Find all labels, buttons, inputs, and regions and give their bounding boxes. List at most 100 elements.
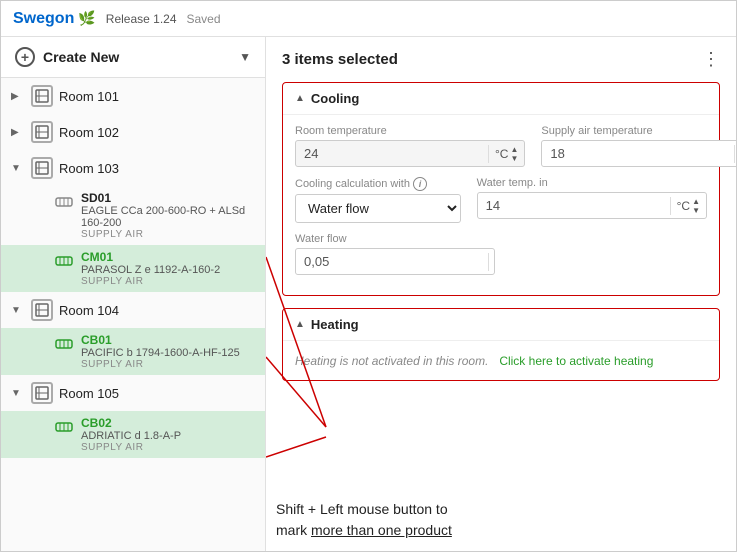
header: Swegon 🌿 Release 1.24 Saved bbox=[1, 1, 736, 37]
panel-menu-icon[interactable]: ⋮ bbox=[702, 49, 720, 70]
logo-text: Swegon bbox=[13, 10, 74, 28]
panel-title: 3 items selected bbox=[282, 51, 398, 68]
room105-label: Room 105 bbox=[59, 386, 119, 401]
cb01-desc: PACIFIC b 1794-1600-A-HF-125 bbox=[81, 347, 240, 359]
cb02-name: CB02 bbox=[81, 416, 181, 430]
cooling-calc-select[interactable]: Water flow bbox=[296, 195, 460, 222]
supply-air-temp-input[interactable] bbox=[542, 141, 734, 166]
room102-label: Room 102 bbox=[59, 125, 119, 140]
water-temp-unit: °C ▲▼ bbox=[670, 197, 706, 215]
annotation-line2-underline: more than one product bbox=[311, 522, 452, 538]
sidebar-item-sd01[interactable]: SD01 EAGLE CCa 200-600-RO + ALSd 160-200… bbox=[1, 186, 265, 245]
supply-air-green-icon bbox=[53, 333, 75, 355]
room-temp-unit: °C ▲▼ bbox=[488, 145, 524, 163]
water-temp-input-row: °C ▲▼ bbox=[477, 192, 707, 219]
chevron-down-icon: ▼ bbox=[11, 388, 25, 399]
water-temp-input[interactable] bbox=[478, 193, 670, 218]
cm01-desc: PARASOL Z e 1192-A-160-2 bbox=[81, 264, 220, 276]
cb01-name: CB01 bbox=[81, 333, 240, 347]
create-new-plus-icon: + bbox=[15, 47, 35, 67]
cooling-row2: Cooling calculation with i Water flow Wa… bbox=[295, 177, 707, 223]
chevron-right-icon: ▶ bbox=[11, 127, 25, 138]
water-flow-field: Water flow l/s ▲▼ bbox=[295, 233, 495, 275]
sidebar: + Create New ▼ ▶ Room 101 ▶ Room 102 bbox=[1, 37, 266, 551]
room-temp-input[interactable] bbox=[296, 141, 488, 166]
create-new-label: Create New bbox=[43, 49, 119, 65]
sd01-desc: EAGLE CCa 200-600-RO + ALSd 160-200 bbox=[81, 205, 255, 229]
chevron-down-icon: ▼ bbox=[11, 305, 25, 316]
cooling-calc-select-row[interactable]: Water flow bbox=[295, 194, 461, 223]
activate-heating-link[interactable]: Click here to activate heating bbox=[499, 354, 653, 368]
water-flow-input-row: l/s ▲▼ bbox=[295, 248, 495, 275]
water-temp-stepper[interactable]: ▲▼ bbox=[692, 197, 700, 215]
room-temp-label: Room temperature bbox=[295, 125, 525, 137]
cb02-type: SUPPLY AIR bbox=[81, 442, 181, 453]
sidebar-item-cb01[interactable]: CB01 PACIFIC b 1794-1600-A-HF-125 SUPPLY… bbox=[1, 328, 265, 375]
water-flow-label: Water flow bbox=[295, 233, 495, 245]
cooling-calc-info-icon[interactable]: i bbox=[413, 177, 427, 191]
water-temp-field: Water temp. in °C ▲▼ bbox=[477, 177, 707, 223]
heating-body: Heating is not activated in this room. C… bbox=[283, 341, 719, 380]
chevron-right-icon: ▶ bbox=[11, 91, 25, 102]
heating-section-header[interactable]: ▲ Heating bbox=[283, 309, 719, 341]
chevron-down-icon: ▼ bbox=[11, 163, 25, 174]
main-layout: + Create New ▼ ▶ Room 101 ▶ Room 102 bbox=[1, 37, 736, 551]
sd01-type: SUPPLY AIR bbox=[81, 229, 255, 240]
heating-section: ▲ Heating Heating is not activated in th… bbox=[282, 308, 720, 381]
room-temp-field: Room temperature °C ▲▼ bbox=[295, 125, 525, 167]
create-new-dropdown-icon: ▼ bbox=[239, 50, 251, 64]
sidebar-item-room105[interactable]: ▼ Room 105 bbox=[1, 375, 265, 411]
room-icon bbox=[31, 157, 53, 179]
room-icon bbox=[31, 299, 53, 321]
sidebar-item-cb02[interactable]: CB02 ADRIATIC d 1.8-A-P SUPPLY AIR bbox=[1, 411, 265, 458]
sidebar-item-room102[interactable]: ▶ Room 102 bbox=[1, 114, 265, 150]
sidebar-item-room103[interactable]: ▼ Room 103 bbox=[1, 150, 265, 186]
supply-air-icon bbox=[53, 191, 75, 213]
cm01-type: SUPPLY AIR bbox=[81, 276, 220, 287]
annotation-line1: Shift + Left mouse button to bbox=[276, 501, 448, 517]
logo: Swegon 🌿 bbox=[13, 10, 96, 28]
cooling-calc-label: Cooling calculation with i bbox=[295, 177, 461, 191]
panel-header: 3 items selected ⋮ bbox=[282, 49, 720, 70]
cooling-calc-field: Cooling calculation with i Water flow bbox=[295, 177, 461, 223]
header-release: Release 1.24 bbox=[106, 12, 177, 26]
room-icon bbox=[31, 85, 53, 107]
room-temp-stepper[interactable]: ▲▼ bbox=[510, 145, 518, 163]
cooling-label: Cooling bbox=[311, 91, 359, 106]
right-panel: 3 items selected ⋮ ▲ Cooling Room temper… bbox=[266, 37, 736, 551]
supply-air-green-icon bbox=[53, 416, 75, 438]
water-flow-unit: l/s ▲▼ bbox=[488, 253, 495, 271]
supply-air-temp-input-row: °C ▲▼ bbox=[541, 140, 736, 167]
room101-label: Room 101 bbox=[59, 89, 119, 104]
annotation-line2-normal: mark bbox=[276, 522, 311, 538]
annotation: Shift + Left mouse button to mark more t… bbox=[276, 499, 452, 541]
water-temp-label: Water temp. in bbox=[477, 177, 707, 189]
logo-leaf-icon: 🌿 bbox=[78, 10, 95, 27]
heating-label: Heating bbox=[311, 317, 359, 332]
create-new-button[interactable]: + Create New ▼ bbox=[1, 37, 265, 78]
sidebar-item-cm01[interactable]: CM01 PARASOL Z e 1192-A-160-2 SUPPLY AIR bbox=[1, 245, 265, 292]
cooling-section-header[interactable]: ▲ Cooling bbox=[283, 83, 719, 115]
section-collapse-icon: ▲ bbox=[295, 319, 305, 330]
room-icon bbox=[31, 121, 53, 143]
cooling-section: ▲ Cooling Room temperature °C ▲▼ bbox=[282, 82, 720, 296]
room-temp-input-row: °C ▲▼ bbox=[295, 140, 525, 167]
cooling-section-body: Room temperature °C ▲▼ Supply air temper… bbox=[283, 115, 719, 295]
cooling-row3: Water flow l/s ▲▼ bbox=[295, 233, 707, 275]
supply-air-green-icon bbox=[53, 250, 75, 272]
supply-air-temp-unit: °C ▲▼ bbox=[734, 145, 736, 163]
header-saved: Saved bbox=[187, 12, 221, 26]
heating-message: Heating is not activated in this room. bbox=[295, 354, 488, 368]
cb02-desc: ADRIATIC d 1.8-A-P bbox=[81, 430, 181, 442]
sidebar-item-room104[interactable]: ▼ Room 104 bbox=[1, 292, 265, 328]
sd01-name: SD01 bbox=[81, 191, 255, 205]
water-flow-input[interactable] bbox=[296, 249, 488, 274]
cooling-row1: Room temperature °C ▲▼ Supply air temper… bbox=[295, 125, 707, 167]
sidebar-item-room101[interactable]: ▶ Room 101 bbox=[1, 78, 265, 114]
room104-label: Room 104 bbox=[59, 303, 119, 318]
room103-label: Room 103 bbox=[59, 161, 119, 176]
section-collapse-icon: ▲ bbox=[295, 93, 305, 104]
supply-air-temp-label: Supply air temperature bbox=[541, 125, 736, 137]
cm01-name: CM01 bbox=[81, 250, 220, 264]
supply-air-temp-field: Supply air temperature °C ▲▼ bbox=[541, 125, 736, 167]
